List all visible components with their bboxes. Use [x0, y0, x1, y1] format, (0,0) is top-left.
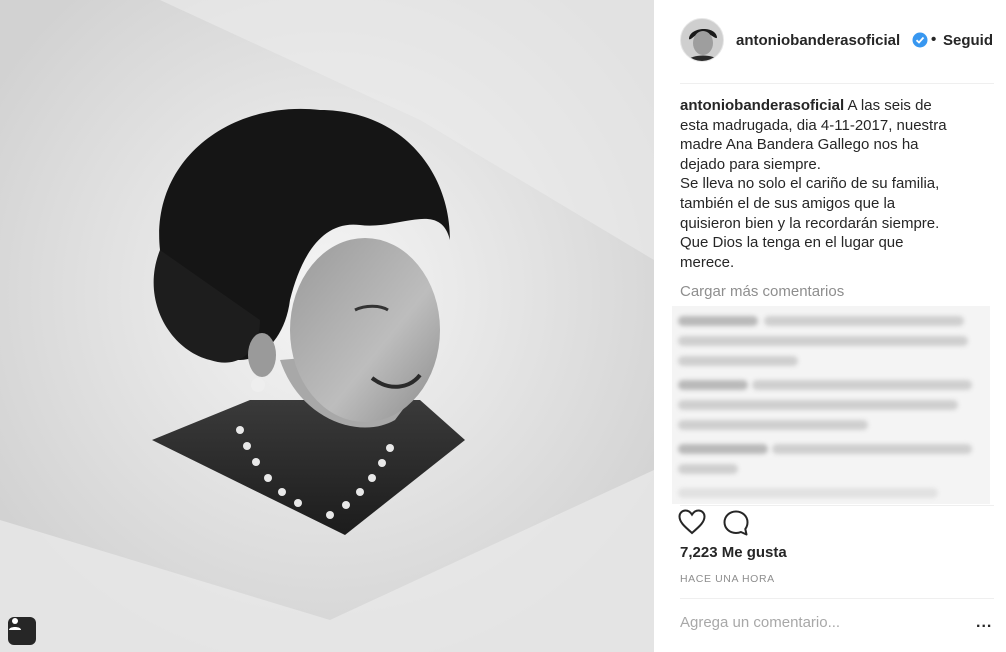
caption-line: esta madrugada, dia 4-11-2017, nuestra	[680, 116, 947, 134]
more-options-icon[interactable]: ...	[976, 614, 992, 632]
post-caption: antoniobanderasoficial A las seis de est…	[680, 96, 990, 272]
actions-divider	[680, 505, 994, 506]
comments-list-blurred[interactable]	[672, 306, 990, 504]
follow-separator: •	[931, 31, 937, 48]
caption-line: Se lleva no solo el cariño de su familia…	[680, 175, 940, 193]
comment-username	[678, 316, 758, 326]
comment-text	[678, 464, 738, 474]
user-tag-icon[interactable]	[8, 617, 36, 645]
post-sidebar: antoniobanderasoficial • Seguid antoniob…	[654, 0, 1006, 652]
caption-line: Que Dios la tenga en el lugar que	[680, 234, 904, 252]
verified-badge-icon	[912, 32, 928, 48]
post-timestamp[interactable]: HACE UNA HORA	[680, 573, 775, 585]
header-divider	[680, 83, 994, 84]
post-photo[interactable]	[0, 0, 654, 652]
heart-icon[interactable]	[678, 509, 706, 535]
portrait-image	[0, 0, 654, 652]
avatar[interactable]	[680, 18, 724, 62]
caption-line: dejado para siempre.	[680, 155, 821, 173]
caption-line: quisieron bien y la recordarán siempre.	[680, 214, 940, 232]
caption-line: merece.	[680, 253, 735, 271]
caption-username[interactable]: antoniobanderasoficial	[680, 97, 844, 114]
comment-text	[678, 336, 968, 346]
caption-line: madre Ana Bandera Gallego nos ha	[680, 136, 919, 154]
comment-text	[678, 420, 868, 430]
comment-input[interactable]: Agrega un comentario...	[680, 614, 840, 631]
comment-divider	[680, 598, 994, 599]
load-more-comments-link[interactable]: Cargar más comentarios	[680, 283, 844, 300]
comment-username	[678, 380, 748, 390]
comment-text	[678, 488, 938, 498]
follow-button[interactable]: Seguid	[943, 32, 993, 49]
post-header: antoniobanderasoficial • Seguid	[654, 0, 1006, 84]
username-link[interactable]: antoniobanderasoficial	[736, 32, 900, 49]
likes-count[interactable]: 7,223 Me gusta	[680, 544, 787, 561]
comment-username	[678, 444, 768, 454]
comment-text	[678, 356, 798, 366]
comment-text	[772, 444, 972, 454]
comment-bubble-icon[interactable]	[722, 509, 750, 537]
caption-line: antoniobanderasoficial A las seis de	[680, 97, 932, 114]
comment-text	[764, 316, 964, 326]
comment-text	[678, 400, 958, 410]
caption-line: también el de sus amigos que la	[680, 194, 896, 212]
comment-text	[752, 380, 972, 390]
